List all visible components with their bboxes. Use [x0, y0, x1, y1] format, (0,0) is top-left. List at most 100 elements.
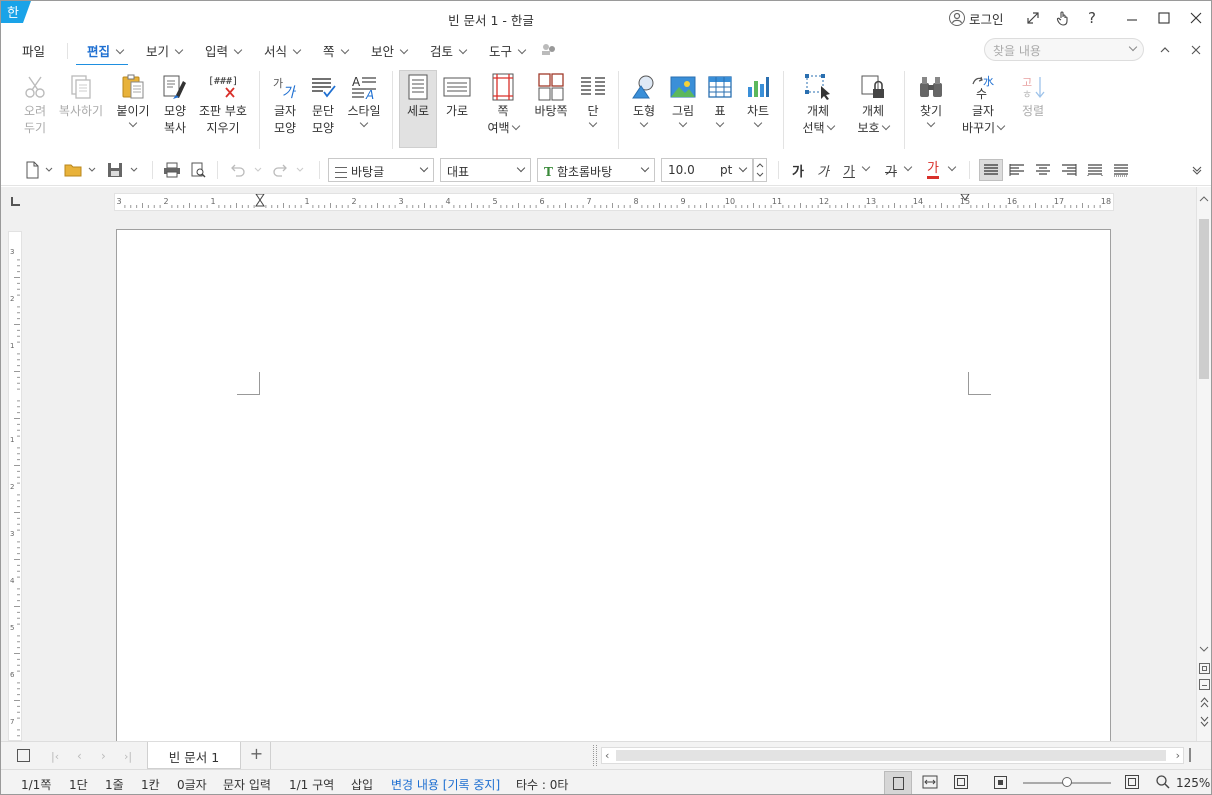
- save-icon[interactable]: [105, 159, 141, 181]
- status-input-mode[interactable]: 문자 입력: [223, 776, 271, 793]
- fit-width-icon[interactable]: [922, 775, 938, 789]
- last-tab-icon[interactable]: ›|: [124, 750, 132, 763]
- status-track-changes[interactable]: 변경 내용 [기록 중지]: [391, 776, 500, 793]
- language-select[interactable]: 대표: [440, 158, 531, 182]
- scroll-right-icon[interactable]: ›: [1176, 749, 1180, 762]
- prev-tab-icon[interactable]: ‹: [77, 749, 82, 763]
- table-button[interactable]: 표: [704, 71, 736, 128]
- more-tools-icon[interactable]: [1189, 159, 1205, 181]
- zoom-fit-icon[interactable]: [1199, 663, 1210, 674]
- left-align-icon[interactable]: [1005, 159, 1029, 181]
- page-up-icon[interactable]: [1199, 695, 1210, 711]
- zoom-slider[interactable]: [1023, 777, 1111, 787]
- font-size-input[interactable]: 10.0 pt: [661, 158, 753, 182]
- page-view-icon[interactable]: [17, 749, 30, 762]
- status-section[interactable]: 1/1 구역: [289, 776, 334, 793]
- status-page[interactable]: 1/1쪽: [21, 776, 51, 793]
- picture-button[interactable]: 그림: [665, 71, 701, 128]
- scroll-up-icon[interactable]: [1199, 193, 1209, 203]
- fit-page-icon[interactable]: [954, 775, 968, 789]
- clear-marks-button[interactable]: [###] 조판 부호 지우기: [197, 71, 249, 137]
- horizontal-scrollbar[interactable]: ‹ ›: [601, 747, 1184, 764]
- close-icon[interactable]: [1185, 7, 1207, 29]
- next-tab-icon[interactable]: ›: [101, 749, 106, 763]
- columns-button[interactable]: 단: [575, 71, 611, 128]
- indent-marker-icon[interactable]: [255, 193, 265, 207]
- magnifier-icon[interactable]: [1155, 774, 1171, 790]
- zoom-box-icon[interactable]: [1125, 775, 1139, 789]
- object-select-button[interactable]: 개체 선택: [797, 71, 839, 137]
- add-tab-button[interactable]: +: [243, 742, 271, 769]
- normal-view-icon[interactable]: [884, 771, 912, 794]
- first-tab-icon[interactable]: |‹: [51, 750, 59, 763]
- document-page[interactable]: [116, 229, 1111, 749]
- actual-size-icon[interactable]: [994, 776, 1007, 789]
- prev-page-icon[interactable]: [1199, 679, 1210, 690]
- object-protect-button[interactable]: 개체 보호: [852, 71, 894, 137]
- strikethrough-button[interactable]: 가: [880, 159, 916, 181]
- new-document-icon[interactable]: [21, 159, 57, 181]
- touch-hand-icon[interactable]: [1052, 7, 1074, 29]
- cut-button[interactable]: 오려 두기: [17, 71, 53, 137]
- fullscreen-icon[interactable]: [1022, 7, 1044, 29]
- font-select[interactable]: T 함초롬바탕: [537, 158, 655, 182]
- print-preview-icon[interactable]: [188, 159, 208, 181]
- menu-page[interactable]: 쪽: [323, 41, 349, 60]
- scroll-left-icon[interactable]: ‹: [605, 749, 609, 762]
- menu-tools[interactable]: 도구: [489, 41, 527, 60]
- minimize-icon[interactable]: [1121, 7, 1143, 29]
- menu-input[interactable]: 입력: [205, 41, 243, 60]
- hscroll-end-icon[interactable]: [1189, 748, 1191, 762]
- menu-format[interactable]: 서식: [264, 41, 302, 60]
- landscape-button[interactable]: 가로: [439, 71, 475, 120]
- underline-button[interactable]: 가: [838, 159, 874, 181]
- vertical-scrollbar[interactable]: [1196, 187, 1211, 741]
- zoom-slider-thumb[interactable]: [1062, 777, 1072, 787]
- paragraph-style-select[interactable]: 바탕글: [328, 158, 434, 182]
- format-copy-button[interactable]: 모양 복사: [157, 71, 193, 137]
- menu-edit[interactable]: 편집: [75, 41, 129, 66]
- font-size-stepper[interactable]: [753, 158, 767, 182]
- zoom-level[interactable]: 125%: [1176, 776, 1210, 790]
- ruler-corner-icon[interactable]: [11, 197, 20, 206]
- horizontal-scroll-thumb[interactable]: [616, 750, 1166, 761]
- font-color-button[interactable]: 가: [922, 159, 960, 181]
- scroll-down-icon[interactable]: [1199, 643, 1209, 653]
- distribute-align-icon[interactable]: [1083, 159, 1107, 181]
- menu-file[interactable]: 파일: [22, 41, 45, 60]
- search-input[interactable]: 찾을 내용: [984, 38, 1144, 61]
- replace-button[interactable]: 水수 글자 바꾸기: [959, 71, 1007, 137]
- close-ribbon-icon[interactable]: [1185, 39, 1207, 61]
- print-icon[interactable]: [162, 159, 182, 181]
- italic-button[interactable]: 가: [813, 159, 833, 181]
- help-icon[interactable]: ?: [1081, 7, 1103, 29]
- splitter-grip-icon[interactable]: [593, 745, 597, 766]
- para-shape-button[interactable]: 문단 모양: [305, 71, 341, 137]
- center-align-icon[interactable]: [1031, 159, 1055, 181]
- chevron-down-icon[interactable]: [1128, 42, 1138, 52]
- collapse-ribbon-icon[interactable]: [1154, 39, 1176, 61]
- menu-security[interactable]: 보안: [371, 41, 409, 60]
- sort-button[interactable]: 고ㅎ 정렬: [1015, 71, 1051, 120]
- style-button[interactable]: AA 스타일: [344, 71, 384, 128]
- maximize-icon[interactable]: [1153, 7, 1175, 29]
- document-tab[interactable]: 빈 문서 1: [147, 742, 241, 769]
- justify-align-icon[interactable]: [979, 159, 1003, 181]
- vertical-ruler[interactable]: 3 2 1 1 2 3 4 5 6 7: [8, 231, 22, 766]
- paste-button[interactable]: 붙이기: [113, 71, 153, 128]
- split-align-icon[interactable]: [1109, 159, 1133, 181]
- page-down-icon[interactable]: [1199, 713, 1210, 729]
- status-insert[interactable]: 삽입: [351, 776, 373, 793]
- chart-button[interactable]: 차트: [741, 71, 775, 128]
- redo-icon[interactable]: [271, 159, 311, 181]
- horizontal-ruler[interactable]: 3 2 1 1 2 3 4 5 6 7 8 9 10 11 12 13 14 15 16 17 18: [114, 193, 1114, 211]
- page-border-button[interactable]: 바탕쪽: [531, 71, 571, 120]
- login-button[interactable]: 로그인: [949, 6, 1004, 30]
- menu-view[interactable]: 보기: [146, 41, 184, 60]
- find-button[interactable]: 찾기: [913, 71, 949, 128]
- char-shape-button[interactable]: 가가 글자 모양: [267, 71, 303, 137]
- shape-button[interactable]: 도형: [626, 71, 662, 128]
- vertical-scroll-thumb[interactable]: [1199, 219, 1209, 379]
- portrait-button[interactable]: 세로: [399, 70, 437, 148]
- collaboration-icon[interactable]: [541, 42, 557, 59]
